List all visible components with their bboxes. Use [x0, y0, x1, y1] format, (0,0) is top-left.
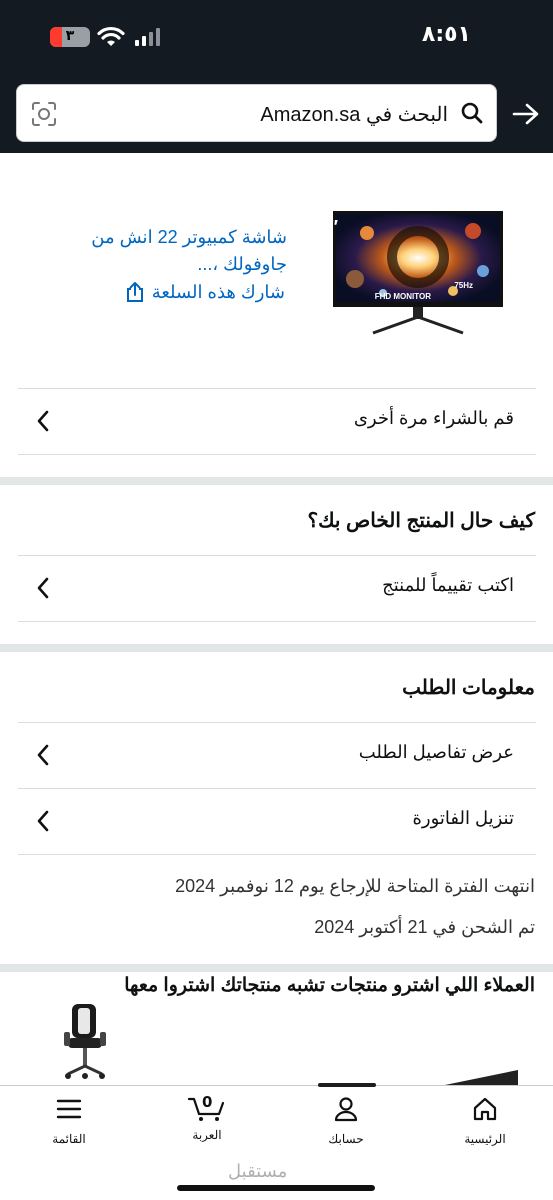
chevron-left-icon: [37, 410, 49, 432]
battery-icon: ٣: [50, 27, 90, 47]
section-separator: [0, 964, 553, 972]
svg-text:22″: 22″: [333, 217, 338, 237]
hamburger-menu-icon: [56, 1099, 82, 1119]
nav-menu-label: القائمة: [52, 1132, 86, 1146]
wifi-icon: [97, 26, 125, 46]
shipped-date-text: تم الشحن في 21 أكتوبر 2024: [314, 917, 535, 937]
home-indicator: [177, 1185, 375, 1191]
user-icon: [334, 1097, 358, 1122]
related-products: العملاء اللي اشترو منتجات تشبه منتجاتك ا…: [0, 972, 553, 1086]
related-products-title: العملاء اللي اشترو منتجات تشبه منتجاتك ا…: [124, 975, 535, 996]
home-icon: [473, 1097, 497, 1121]
chevron-left-icon: [37, 810, 49, 832]
nav-account-label: حسابك: [328, 1132, 364, 1146]
order-info-title: معلومات الطلب: [402, 677, 535, 699]
gaming-chair-image[interactable]: [60, 1002, 110, 1082]
cart-icon-wrap: 0: [187, 1093, 227, 1122]
signal-icon: [135, 28, 160, 46]
write-review-row[interactable]: اكتب تقييماً للمنتج: [18, 555, 536, 621]
divider: [18, 621, 536, 622]
search-row: البحث في Amazon.sa: [0, 84, 553, 144]
write-review-label: اكتب تقييماً للمنتج: [382, 575, 514, 595]
active-tab-indicator: [318, 1083, 376, 1087]
chevron-left-icon: [37, 577, 49, 599]
nav-account[interactable]: حسابك: [301, 1096, 391, 1146]
view-order-details-label: عرض تفاصيل الطلب: [358, 742, 514, 762]
share-icon: [126, 282, 143, 302]
nav-home[interactable]: الرئيسية: [440, 1096, 530, 1146]
chevron-left-icon: [37, 744, 49, 766]
section-separator: [0, 477, 553, 485]
battery-text: ٣: [65, 28, 75, 44]
status-bar: ٨:٥١ ٣: [0, 0, 553, 76]
nav-cart-label: العربة: [192, 1128, 222, 1142]
divider: [18, 454, 536, 455]
review-section-title: كيف حال المنتج الخاص بك؟: [307, 510, 535, 532]
watermark: مستقبل: [228, 1161, 288, 1182]
product-preview-image[interactable]: [440, 1060, 520, 1086]
search-input[interactable]: البحث في Amazon.sa: [16, 84, 497, 142]
search-icon: [461, 102, 483, 124]
return-window-text: انتهت الفترة المتاحة للإرجاع يوم 12 نوفم…: [175, 876, 535, 896]
camera-lens-icon[interactable]: [31, 101, 57, 127]
nav-home-label: الرئيسية: [464, 1132, 506, 1146]
buy-again-label: قم بالشراء مرة أخرى: [353, 408, 514, 428]
share-button[interactable]: شارك هذه السلعة: [124, 281, 285, 303]
section-separator: [0, 644, 553, 652]
download-invoice-label: تنزيل الفاتورة: [412, 808, 514, 828]
back-arrow-icon[interactable]: [512, 102, 540, 126]
divider: [18, 854, 536, 855]
nav-cart[interactable]: 0 العربة: [162, 1093, 252, 1142]
view-order-details-row[interactable]: عرض تفاصيل الطلب: [18, 722, 536, 788]
product-title[interactable]: شاشة كمبيوتر 22 انش من جاوفولك ،...: [57, 224, 287, 278]
nav-menu[interactable]: القائمة: [24, 1096, 114, 1146]
buy-again-row[interactable]: قم بالشراء مرة أخرى: [18, 388, 536, 454]
app-header: ٨:٥١ ٣ البحث في Amazon.sa: [0, 0, 553, 153]
search-placeholder: البحث في Amazon.sa: [260, 104, 448, 126]
svg-text:FHD MONITOR: FHD MONITOR: [375, 292, 432, 301]
product-image[interactable]: 22″ 75Hz FHD MONITOR: [333, 211, 503, 336]
product-card: 22″ 75Hz FHD MONITOR شاشة كمبيوتر 22 انش…: [0, 153, 553, 388]
bottom-navigation: الرئيسية حسابك 0 العربة القائمة مستقبل: [0, 1083, 553, 1200]
cart-count: 0: [202, 1093, 213, 1111]
share-label: شارك هذه السلعة: [151, 281, 285, 302]
download-invoice-row[interactable]: تنزيل الفاتورة: [18, 788, 536, 854]
svg-text:75Hz: 75Hz: [454, 281, 473, 290]
status-time: ٨:٥١: [421, 22, 471, 47]
